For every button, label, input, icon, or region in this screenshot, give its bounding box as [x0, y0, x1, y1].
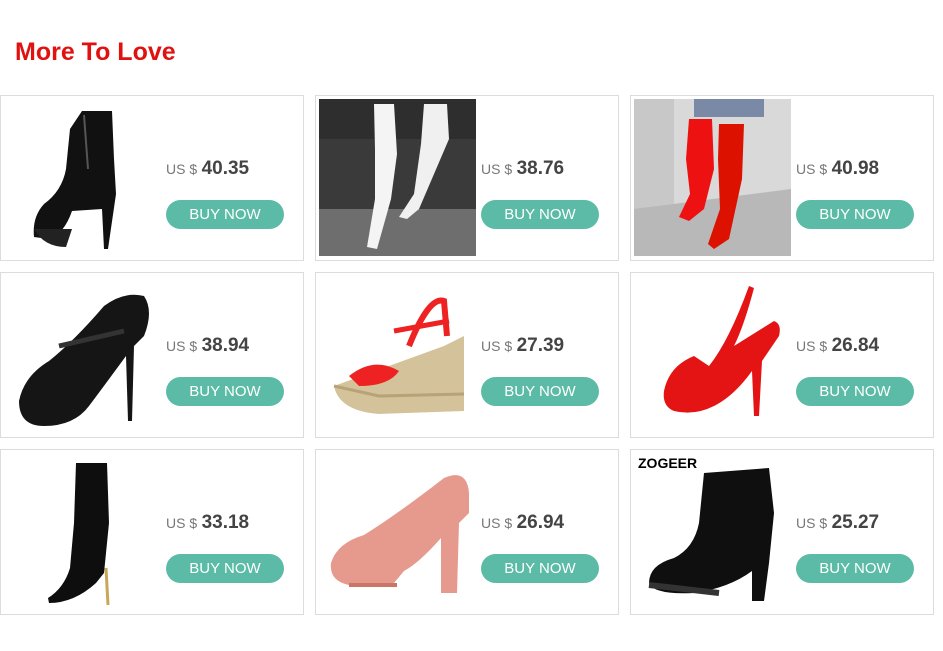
- currency-label: US $: [796, 161, 828, 177]
- product-image[interactable]: [4, 453, 161, 610]
- product-price: US $ 40.98: [796, 158, 879, 180]
- buy-now-button[interactable]: BUY NOW: [796, 554, 914, 583]
- price-value: 26.94: [516, 512, 565, 533]
- currency-label: US $: [796, 515, 828, 531]
- product-price: US $ 27.39: [481, 335, 564, 357]
- buy-now-button[interactable]: BUY NOW: [796, 377, 914, 406]
- currency-label: US $: [796, 338, 828, 354]
- product-image[interactable]: [319, 453, 476, 610]
- currency-label: US $: [166, 515, 198, 531]
- product-price: US $ 38.76: [481, 158, 564, 180]
- product-image[interactable]: [4, 276, 161, 433]
- brand-label: ZOGEER: [638, 455, 698, 471]
- currency-label: US $: [166, 338, 198, 354]
- product-card[interactable]: US $ 33.18 BUY NOW: [0, 449, 304, 615]
- currency-label: US $: [166, 161, 198, 177]
- price-value: 27.39: [516, 335, 565, 356]
- product-price: US $ 25.27: [796, 512, 879, 534]
- product-image[interactable]: [4, 99, 161, 256]
- product-card[interactable]: US $ 26.94 BUY NOW: [315, 449, 619, 615]
- price-value: 38.94: [201, 335, 250, 356]
- currency-label: US $: [481, 338, 513, 354]
- product-price: US $ 33.18: [166, 512, 249, 534]
- product-card[interactable]: US $ 27.39 BUY NOW: [315, 272, 619, 438]
- currency-label: US $: [481, 515, 513, 531]
- buy-now-button[interactable]: BUY NOW: [481, 377, 599, 406]
- product-image[interactable]: [319, 276, 476, 433]
- price-value: 25.27: [831, 512, 880, 533]
- buy-now-button[interactable]: BUY NOW: [481, 554, 599, 583]
- buy-now-button[interactable]: BUY NOW: [166, 554, 284, 583]
- buy-now-button[interactable]: BUY NOW: [166, 377, 284, 406]
- product-card[interactable]: ZOGEER US $ 25.27 BUY NOW: [630, 449, 934, 615]
- product-card[interactable]: US $ 40.98 BUY NOW: [630, 95, 934, 261]
- product-price: US $ 26.94: [481, 512, 564, 534]
- product-price: US $ 40.35: [166, 158, 249, 180]
- product-price: US $ 38.94: [166, 335, 249, 357]
- product-price: US $ 26.84: [796, 335, 879, 357]
- price-value: 33.18: [201, 512, 250, 533]
- buy-now-button[interactable]: BUY NOW: [481, 200, 599, 229]
- product-card[interactable]: US $ 38.94 BUY NOW: [0, 272, 304, 438]
- buy-now-button[interactable]: BUY NOW: [166, 200, 284, 229]
- price-value: 26.84: [831, 335, 880, 356]
- product-image[interactable]: [634, 276, 791, 433]
- product-image[interactable]: ZOGEER: [634, 453, 791, 610]
- product-image[interactable]: [634, 99, 791, 256]
- product-image[interactable]: [319, 99, 476, 256]
- product-card[interactable]: US $ 38.76 BUY NOW: [315, 95, 619, 261]
- buy-now-button[interactable]: BUY NOW: [796, 200, 914, 229]
- product-card[interactable]: US $ 26.84 BUY NOW: [630, 272, 934, 438]
- price-value: 40.35: [201, 158, 250, 179]
- product-card[interactable]: US $ 40.35 BUY NOW: [0, 95, 304, 261]
- price-value: 40.98: [831, 158, 880, 179]
- section-title: More To Love: [15, 38, 176, 66]
- price-value: 38.76: [516, 158, 565, 179]
- currency-label: US $: [481, 161, 513, 177]
